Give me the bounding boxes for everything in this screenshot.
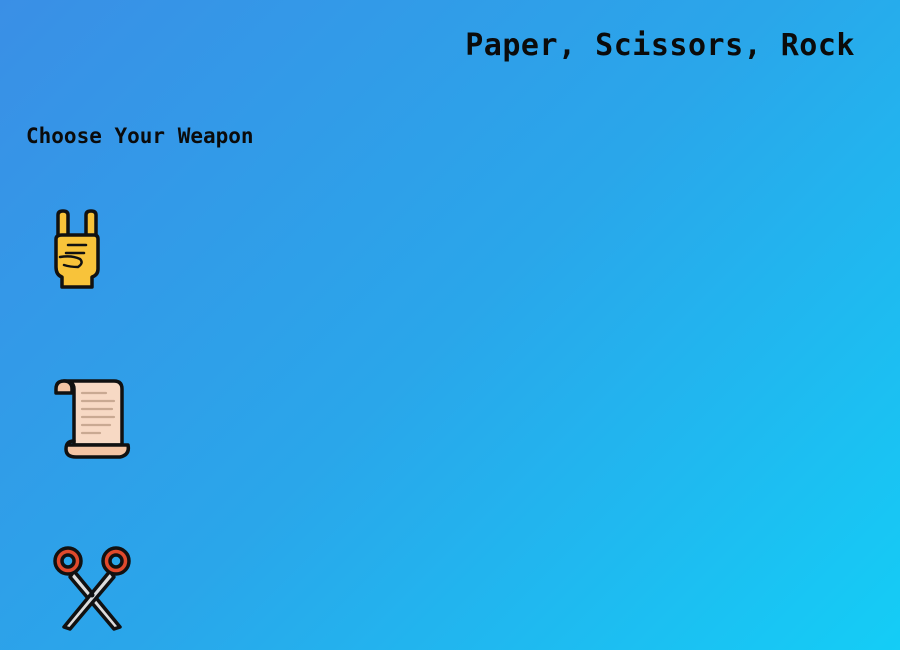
paper-scroll-icon bbox=[54, 379, 131, 459]
scissors-icon bbox=[53, 546, 131, 631]
scissors-button[interactable] bbox=[50, 543, 140, 633]
game-screen: { "header": { "title": "Paper, Scissors,… bbox=[0, 0, 900, 650]
rock-hand-icon bbox=[54, 209, 100, 289]
rock-button[interactable] bbox=[50, 205, 140, 295]
game-title: Paper, Scissors, Rock bbox=[465, 28, 855, 63]
paper-button[interactable] bbox=[50, 375, 140, 465]
choose-weapon-heading: Choose Your Weapon bbox=[26, 124, 254, 148]
